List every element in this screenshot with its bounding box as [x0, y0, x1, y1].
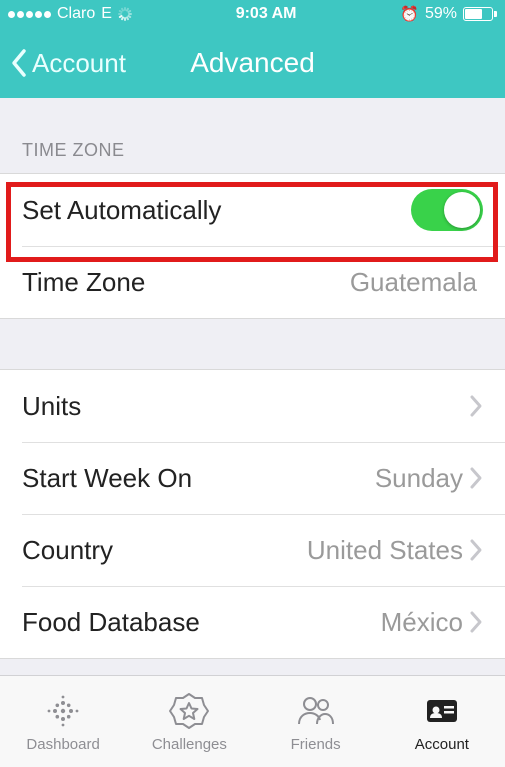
row-label: Time Zone	[22, 267, 145, 298]
row-time-zone[interactable]: Time Zone Guatemala	[0, 246, 505, 318]
chevron-right-icon	[469, 610, 483, 634]
tab-label: Dashboard	[26, 736, 99, 753]
timezone-list: Set Automatically Time Zone Guatemala	[0, 174, 505, 318]
status-time: 9:03 AM	[236, 5, 297, 23]
toggle-knob	[444, 192, 480, 228]
row-label: Country	[22, 535, 113, 566]
friends-icon	[295, 690, 337, 732]
tab-label: Account	[415, 736, 469, 753]
chevron-left-icon	[10, 48, 28, 78]
status-left: Claro E	[8, 5, 132, 23]
chevron-right-icon	[469, 538, 483, 562]
row-label: Food Database	[22, 607, 200, 638]
battery-icon	[463, 7, 497, 21]
network-type: E	[101, 5, 112, 23]
carrier-label: Claro	[57, 5, 95, 23]
row-start-week-on[interactable]: Start Week On Sunday	[0, 442, 505, 514]
row-label: Start Week On	[22, 463, 192, 494]
page-title: Advanced	[190, 47, 315, 79]
account-card-icon	[421, 690, 463, 732]
chevron-right-icon	[469, 466, 483, 490]
back-button[interactable]: Account	[0, 48, 126, 79]
status-bar: Claro E 9:03 AM ⏰ 59%	[0, 0, 505, 28]
row-label: Set Automatically	[22, 195, 221, 226]
content: TIME ZONE Set Automatically Time Zone Gu…	[0, 98, 505, 767]
row-units[interactable]: Units	[0, 370, 505, 442]
back-label: Account	[32, 48, 126, 79]
row-value: Sunday	[375, 463, 463, 494]
row-value: United States	[307, 535, 463, 566]
row-value: México	[381, 607, 463, 638]
screen: Claro E 9:03 AM ⏰ 59%	[0, 0, 505, 767]
toggle-set-automatically[interactable]	[411, 189, 483, 231]
nav-bar: Account Advanced	[0, 28, 505, 98]
row-set-automatically[interactable]: Set Automatically	[0, 174, 505, 246]
tab-bar: Dashboard Challenges Friends	[0, 675, 505, 767]
tab-friends[interactable]: Friends	[253, 676, 379, 767]
tab-label: Challenges	[152, 736, 227, 753]
tab-account[interactable]: Account	[379, 676, 505, 767]
tab-dashboard[interactable]: Dashboard	[0, 676, 126, 767]
dashboard-icon	[42, 690, 84, 732]
row-label: Units	[22, 391, 81, 422]
row-food-database[interactable]: Food Database México	[0, 586, 505, 658]
battery-percent: 59%	[425, 5, 457, 23]
status-right: ⏰ 59%	[400, 5, 497, 23]
general-list: Units Start Week On Sunday Country Unite…	[0, 370, 505, 658]
group-gap	[0, 319, 505, 369]
signal-dots-icon	[8, 11, 51, 18]
badge-star-icon	[168, 690, 210, 732]
section-header-timezone: TIME ZONE	[0, 98, 505, 173]
row-value: Guatemala	[350, 267, 477, 298]
tab-label: Friends	[291, 736, 341, 753]
separator	[0, 658, 505, 659]
tab-challenges[interactable]: Challenges	[126, 676, 252, 767]
alarm-icon: ⏰	[400, 5, 419, 23]
activity-spinner-icon	[118, 7, 132, 21]
row-country[interactable]: Country United States	[0, 514, 505, 586]
chevron-right-icon	[469, 394, 483, 418]
